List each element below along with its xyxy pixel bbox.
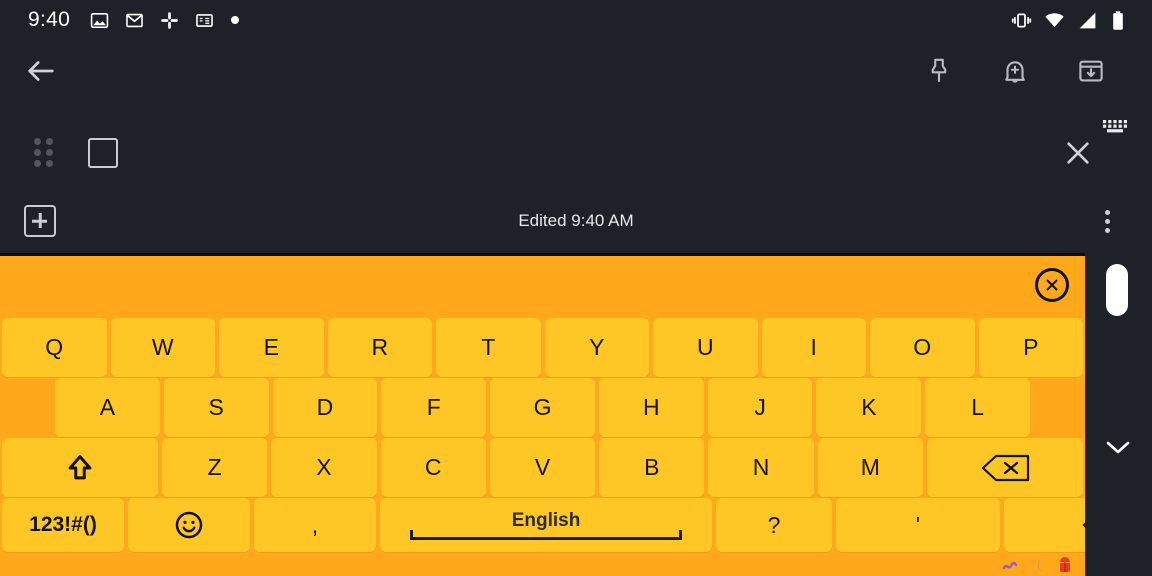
list-item-row [0,120,1152,186]
chevron-down-icon[interactable] [1101,436,1135,463]
google-news-icon [195,11,214,30]
dot-icon [230,15,240,25]
key-u[interactable]: U [653,318,758,377]
keyboard-row-4: 123!#() , English ? ' [0,498,1152,552]
squiggle-icon [1001,556,1021,576]
key-space[interactable]: English [380,498,712,552]
key-c[interactable]: C [380,438,486,497]
archive-icon[interactable] [1076,56,1106,86]
close-icon[interactable] [1062,137,1094,169]
right-side-strip [1085,240,1152,576]
add-reminder-bell-icon[interactable] [1000,56,1030,86]
slack-icon [160,11,179,30]
keyboard-suggestion-bar [0,256,1085,318]
key-a[interactable]: A [55,378,160,437]
key-n[interactable]: N [708,438,814,497]
key-q[interactable]: Q [2,318,107,377]
wifi-icon [1044,10,1065,31]
key-k[interactable]: K [816,378,922,437]
key-z[interactable]: Z [162,438,268,497]
status-time: 9:40 [28,8,71,31]
keyboard-footer-icons [0,553,1085,576]
key-r[interactable]: R [327,318,432,377]
vibrate-icon [1011,10,1032,31]
key-t[interactable]: T [436,318,541,377]
gmail-icon [125,11,144,30]
edited-bar: Edited 9:40 AM [0,190,1152,252]
status-notification-icons [90,11,240,30]
key-emoji[interactable] [128,498,250,552]
key-v[interactable]: V [489,438,596,497]
key-e[interactable]: E [219,318,324,377]
phone-screen: 9:40 Edited 9:40 AM Q W E R T Y U I O P … [0,0,1152,576]
backspace-icon[interactable] [926,438,1083,497]
key-p[interactable]: P [978,318,1083,377]
on-screen-keyboard: Q W E R T Y U I O P A S D F G H J K L Z … [0,256,1152,576]
keyboard-row-2: A S D F G H J K L [0,378,1085,437]
key-j[interactable]: J [707,378,813,437]
key-h[interactable]: H [598,378,704,437]
drag-handle-icon[interactable] [34,138,56,168]
key-w[interactable]: W [110,318,215,377]
key-x[interactable]: X [271,438,377,497]
key-l[interactable]: L [925,378,1031,437]
key-m[interactable]: M [817,438,923,497]
keyboard-close-icon[interactable] [1035,268,1069,302]
key-f[interactable]: F [381,378,487,437]
key-apostrophe[interactable]: ' [836,498,1000,552]
keyboard-row-3: Z X C V B N M [0,438,1085,497]
edited-timestamp: Edited 9:40 AM [518,211,634,230]
keyboard-rows: Q W E R T Y U I O P A S D F G H J K L Z … [0,318,1152,576]
cellular-signal-icon [1077,10,1098,31]
key-y[interactable]: Y [544,318,649,377]
key-symbols[interactable]: 123!#() [2,498,124,552]
keyboard-row-1: Q W E R T Y U I O P [0,318,1085,377]
key-b[interactable]: B [599,438,705,497]
app-bar [0,40,1152,102]
moon-icon [1031,556,1047,576]
key-i[interactable]: I [761,318,866,377]
key-d[interactable]: D [272,378,378,437]
scroll-thumb[interactable] [1106,264,1128,316]
key-question[interactable]: ? [716,498,832,552]
key-g[interactable]: G [490,378,595,437]
photos-icon [90,11,109,30]
shift-icon[interactable] [2,438,158,497]
key-s[interactable]: S [163,378,269,437]
key-comma[interactable]: , [254,498,376,552]
status-bar: 9:40 [0,0,1152,40]
battery-icon [1110,10,1126,31]
app-bar-actions [924,56,1128,86]
list-item-checkbox[interactable] [88,138,118,168]
keyboard-icon[interactable] [1102,118,1130,139]
space-bracket [410,530,682,540]
back-arrow-icon[interactable] [24,54,58,88]
android-bug-icon [1057,556,1073,576]
key-o[interactable]: O [870,318,975,377]
space-language-label: English [511,510,581,531]
status-system-icons [1011,10,1138,31]
pin-icon[interactable] [924,56,954,86]
list-row-actions [1062,137,1124,169]
